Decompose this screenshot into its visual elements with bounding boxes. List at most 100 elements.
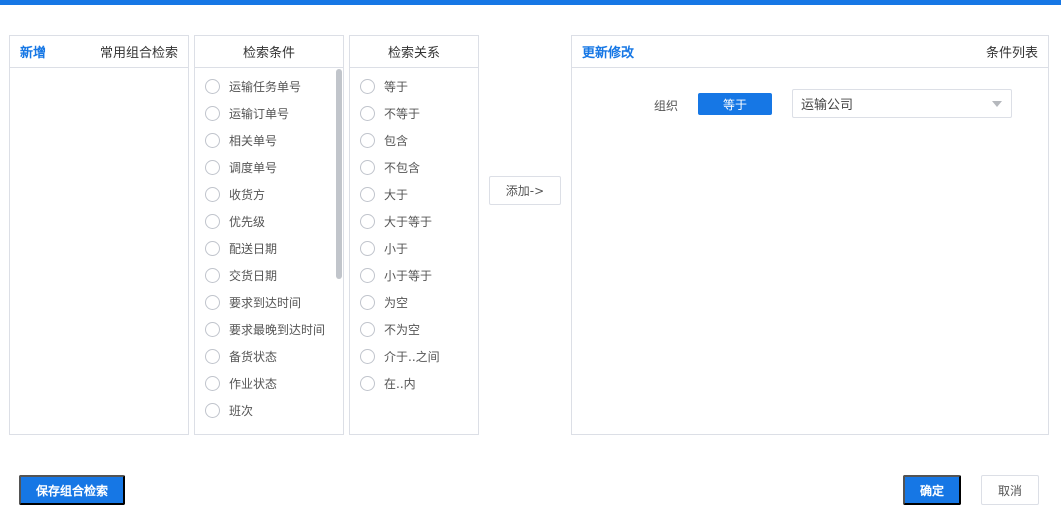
relation-option[interactable]: 不等于	[360, 100, 478, 127]
radio-button[interactable]	[360, 349, 375, 364]
radio-button[interactable]	[360, 79, 375, 94]
relation-option[interactable]: 包含	[360, 127, 478, 154]
search-relations-list: 等于不等于包含不包含大于大于等于小于小于等于为空不为空介于..之间 在..内	[350, 68, 478, 397]
relation-option-label: 包含	[384, 134, 409, 148]
radio-button[interactable]	[360, 241, 375, 256]
common-search-panel: 新增 常用组合检索	[9, 35, 189, 435]
radio-button[interactable]	[360, 160, 375, 175]
add-condition-button[interactable]: 添加->	[489, 176, 561, 205]
update-link[interactable]: 更新修改	[582, 42, 634, 61]
common-search-title: 常用组合检索	[99, 46, 178, 61]
condition-option-label: 备货状态	[229, 350, 278, 364]
condition-option[interactable]: 相关单号	[205, 127, 343, 154]
radio-button[interactable]	[205, 241, 220, 256]
condition-list-title: 条件列表	[985, 46, 1038, 61]
condition-option[interactable]: 收货方	[205, 181, 343, 208]
condition-option[interactable]: 要求到达时间	[205, 289, 343, 316]
condition-option[interactable]: 要求最晚到达时间	[205, 316, 343, 343]
radio-button[interactable]	[360, 268, 375, 283]
relation-option[interactable]: 介于..之间	[360, 343, 478, 370]
radio-button[interactable]	[205, 79, 220, 94]
radio-button[interactable]	[205, 403, 220, 418]
condition-option[interactable]: 调度单号	[205, 154, 343, 181]
search-conditions-header: 检索条件	[195, 36, 343, 68]
search-relations-header: 检索关系	[350, 36, 478, 68]
condition-option-label: 作业状态	[229, 377, 278, 391]
condition-option-label: 要求到达时间	[229, 296, 302, 310]
condition-option-label: 运输订单号	[229, 107, 290, 121]
relation-option-label: 小于	[384, 242, 409, 256]
relation-option-label: 不等于	[384, 107, 421, 121]
radio-button[interactable]	[205, 106, 220, 121]
relation-option[interactable]: 不包含	[360, 154, 478, 181]
search-relations-title: 检索关系	[387, 46, 440, 61]
condition-option[interactable]: 优先级	[205, 208, 343, 235]
radio-button[interactable]	[205, 160, 220, 175]
relation-option-label: 等于	[384, 80, 409, 94]
condition-option-label: 运输任务单号	[229, 80, 302, 94]
condition-option[interactable]: 配送日期	[205, 235, 343, 262]
relation-option-label: 不包含	[384, 161, 421, 175]
common-search-header: 新增 常用组合检索	[10, 36, 188, 68]
confirm-button[interactable]: 确定	[903, 475, 961, 505]
relation-option-label: 为空	[384, 296, 409, 310]
conditions-scrollbar-thumb[interactable]	[336, 69, 342, 279]
condition-field-label: 组织	[654, 99, 679, 113]
radio-button[interactable]	[360, 106, 375, 121]
radio-button[interactable]	[205, 322, 220, 337]
top-accent-bar	[0, 0, 1061, 5]
condition-option-label: 相关单号	[229, 134, 278, 148]
condition-option-label: 班次	[229, 404, 254, 418]
relation-option[interactable]: 大于等于	[360, 208, 478, 235]
condition-option-label: 调度单号	[229, 161, 278, 175]
relation-option-label: 大于	[384, 188, 409, 202]
radio-button[interactable]	[360, 187, 375, 202]
radio-button[interactable]	[205, 376, 220, 391]
chevron-down-icon	[992, 101, 1002, 107]
condition-option[interactable]: 运输订单号	[205, 100, 343, 127]
relation-option[interactable]: 等于	[360, 73, 478, 100]
condition-list-header: 更新修改 条件列表	[572, 36, 1048, 68]
search-conditions-title: 检索条件	[242, 46, 295, 61]
condition-value-text: 运输公司	[801, 98, 854, 113]
add-new-link[interactable]: 新增	[20, 42, 46, 61]
radio-button[interactable]	[205, 133, 220, 148]
relation-option[interactable]: 在..内	[360, 370, 478, 397]
save-combined-search-button[interactable]: 保存组合检索	[19, 475, 125, 505]
relation-option-label: 介于..之间	[384, 350, 440, 364]
radio-button[interactable]	[205, 187, 220, 202]
search-conditions-list: 运输任务单号 运输订单号相关单号调度单号收货方优先级配送日期交货日期要求到达时间要…	[195, 68, 343, 424]
relation-option-label: 在..内	[384, 377, 416, 391]
condition-operator-button[interactable]: 等于	[698, 93, 772, 115]
condition-option-label: 交货日期	[229, 269, 278, 283]
relation-option[interactable]: 大于	[360, 181, 478, 208]
radio-button[interactable]	[205, 295, 220, 310]
search-conditions-panel: 检索条件 运输任务单号 运输订单号相关单号调度单号收货方优先级配送日期交货日期要求…	[194, 35, 344, 435]
radio-button[interactable]	[205, 349, 220, 364]
radio-button[interactable]	[360, 322, 375, 337]
radio-button[interactable]	[360, 133, 375, 148]
relation-option[interactable]: 不为空	[360, 316, 478, 343]
radio-button[interactable]	[205, 214, 220, 229]
radio-button[interactable]	[360, 295, 375, 310]
radio-button[interactable]	[360, 376, 375, 391]
radio-button[interactable]	[360, 214, 375, 229]
relation-option[interactable]: 为空	[360, 289, 478, 316]
search-relations-panel: 检索关系 等于不等于包含不包含大于大于等于小于小于等于为空不为空介于..之间 在.…	[349, 35, 479, 435]
relation-option[interactable]: 小于	[360, 235, 478, 262]
condition-option[interactable]: 运输任务单号	[205, 73, 343, 100]
condition-row: 组织 等于 运输公司	[572, 89, 1048, 119]
condition-option-label: 配送日期	[229, 242, 278, 256]
condition-option-label: 收货方	[229, 188, 266, 202]
condition-option[interactable]: 班次	[205, 397, 343, 424]
relation-option[interactable]: 小于等于	[360, 262, 478, 289]
condition-option[interactable]: 作业状态	[205, 370, 343, 397]
cancel-button[interactable]: 取消	[981, 475, 1039, 505]
condition-value-select[interactable]: 运输公司	[792, 89, 1012, 118]
relation-option-label: 小于等于	[384, 269, 433, 283]
condition-option[interactable]: 备货状态	[205, 343, 343, 370]
radio-button[interactable]	[205, 268, 220, 283]
condition-option[interactable]: 交货日期	[205, 262, 343, 289]
conditions-scrollbar-track[interactable]	[336, 69, 342, 432]
relation-option-label: 大于等于	[384, 215, 433, 229]
